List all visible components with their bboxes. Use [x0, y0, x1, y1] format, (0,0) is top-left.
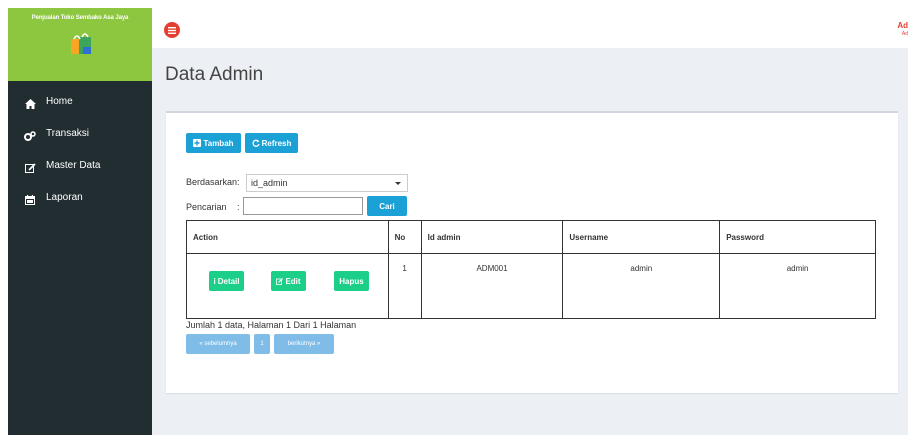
shopping-bag-logo-icon	[71, 33, 91, 54]
edit-label: Edit	[285, 276, 301, 286]
sidebar: Penjualan Toko Sembako Asa Jaya Home Tra…	[8, 8, 152, 435]
content-box: Tambah Refresh Berdasarkan: id_admin Pen…	[166, 111, 898, 393]
detail-button[interactable]: i Detail	[209, 271, 244, 291]
sidebar-item-home[interactable]: Home	[8, 90, 152, 122]
edit-icon	[23, 162, 37, 174]
edit-button[interactable]: Edit	[271, 271, 306, 291]
column-header-action: Action	[186, 220, 389, 254]
table-header-row: Action No Id admin Username Password	[186, 220, 876, 254]
menu-icon	[168, 26, 176, 34]
table-row: i Detail Edit Hapus 1 ADM001 admin admin	[186, 253, 876, 319]
pencarian-label: Pencarian	[186, 202, 227, 212]
berdasarkan-select[interactable]: id_admin	[246, 174, 408, 192]
user-name[interactable]: Ad	[897, 22, 908, 30]
action-cell: i Detail Edit Hapus	[186, 253, 389, 319]
sidebar-item-label: Transaksi	[46, 128, 89, 139]
cell-password: admin	[719, 253, 876, 319]
sidebar-item-laporan[interactable]: Laporan	[8, 186, 152, 218]
sidebar-item-transaksi[interactable]: Transaksi	[8, 122, 152, 154]
info-icon: i	[213, 276, 216, 286]
user-role: Ad	[901, 31, 908, 37]
app-window: Penjualan Toko Sembako Asa Jaya Home Tra…	[0, 0, 908, 435]
column-header-no: No	[387, 220, 422, 254]
refresh-icon	[252, 139, 260, 147]
pencarian-colon: :	[237, 202, 240, 212]
page-title: Data Admin	[165, 64, 264, 85]
sidebar-item-master-data[interactable]: Master Data	[8, 154, 152, 186]
row-actions: i Detail Edit Hapus	[187, 254, 388, 299]
cell-id-admin: ADM001	[420, 253, 564, 319]
hapus-label: Hapus	[339, 276, 364, 286]
admin-table: Action No Id admin Username Password i D…	[186, 220, 876, 319]
refresh-button[interactable]: Refresh	[245, 133, 298, 153]
berdasarkan-label: Berdasarkan:	[186, 177, 240, 187]
page-1-button[interactable]: 1	[254, 334, 270, 354]
tambah-button[interactable]: Tambah	[186, 133, 241, 153]
home-icon	[23, 98, 37, 110]
sidebar-item-label: Home	[46, 96, 73, 107]
brand-title: Penjualan Toko Sembako Asa Jaya	[31, 15, 129, 21]
next-page-button[interactable]: berikutnya »	[274, 334, 334, 354]
gears-icon	[23, 130, 37, 142]
sidebar-item-label: Laporan	[46, 192, 83, 203]
search-input[interactable]	[243, 197, 363, 215]
prev-page-button[interactable]: « sebelumnya	[186, 334, 250, 354]
cari-label: Cari	[379, 201, 395, 211]
sidebar-toggle-button[interactable]	[164, 22, 180, 38]
sidebar-menu: Home Transaksi Master Data Laporan	[8, 90, 152, 218]
chevron-down-icon	[395, 182, 401, 185]
detail-label: Detail	[217, 276, 240, 286]
select-value: id_admin	[251, 178, 288, 188]
cari-button[interactable]: Cari	[367, 196, 407, 216]
cell-username: admin	[562, 253, 721, 319]
main-content: Ad Ad Data Admin Tambah Refresh Berdasar…	[152, 8, 908, 435]
edit-icon	[276, 277, 284, 285]
column-header-id-admin: Id admin	[420, 220, 564, 254]
top-strip	[0, 0, 908, 8]
plus-square-icon	[193, 139, 202, 147]
pagination-info: Jumlah 1 data, Halaman 1 Dari 1 Halaman	[186, 320, 357, 330]
hapus-button[interactable]: Hapus	[334, 271, 369, 291]
column-header-password: Password	[719, 220, 876, 254]
tambah-label: Tambah	[203, 138, 234, 148]
calendar-icon	[23, 194, 37, 206]
sidebar-item-label: Master Data	[46, 160, 101, 171]
refresh-label: Refresh	[261, 138, 292, 148]
column-header-username: Username	[562, 220, 721, 254]
brand-header: Penjualan Toko Sembako Asa Jaya	[8, 8, 152, 81]
top-navbar: Ad Ad	[152, 8, 908, 48]
cell-no: 1	[387, 253, 422, 319]
